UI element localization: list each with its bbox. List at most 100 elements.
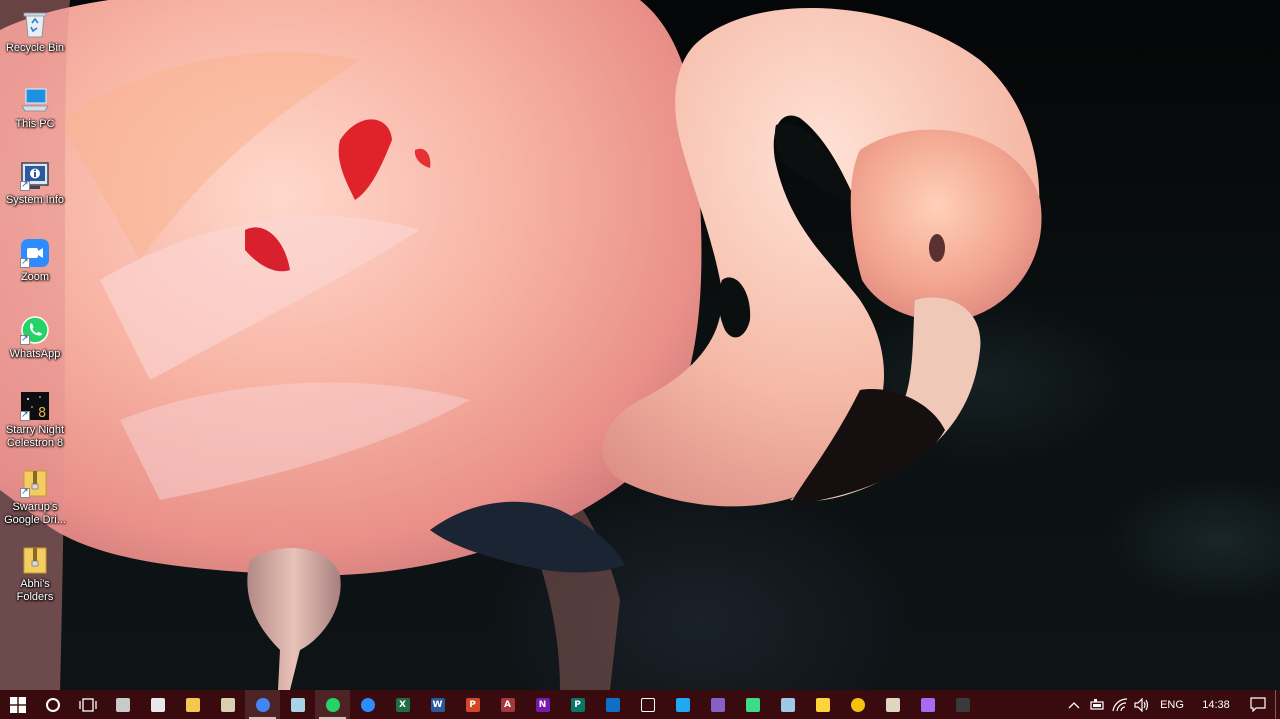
- zoom-shortcut[interactable]: Zoom: [0, 237, 70, 284]
- task-view-button[interactable]: [70, 690, 105, 719]
- shortcut-arrow-icon: [20, 409, 30, 421]
- maps-pin-taskbar-button[interactable]: [910, 690, 945, 719]
- excel-icon: X: [395, 697, 410, 712]
- abhis-folders-label: Abhi's Folders: [16, 578, 54, 603]
- recycle-bin-label: Recycle Bin: [5, 42, 65, 54]
- calculator-taskbar-button[interactable]: [140, 690, 175, 719]
- wifi-icon: [1112, 697, 1128, 711]
- computer-window-icon: [780, 697, 795, 712]
- system-tray: ENG 14:38: [1063, 690, 1280, 719]
- language-indicator[interactable]: ENG: [1153, 690, 1191, 719]
- shortcut-arrow-icon: [20, 256, 30, 268]
- notepad-taskbar-button[interactable]: [280, 690, 315, 719]
- paint-icon: [885, 697, 900, 712]
- pinned-apps: XWPANP: [105, 690, 980, 719]
- python-icon: [815, 697, 830, 712]
- starry-night-icon: [955, 697, 970, 712]
- recycle-bin-icon: [19, 8, 51, 40]
- emoji-taskbar-button[interactable]: [840, 690, 875, 719]
- cortana-button[interactable]: [35, 690, 70, 719]
- android-studio-taskbar-button[interactable]: [735, 690, 770, 719]
- zip-folder-icon: [19, 544, 51, 576]
- emoji-icon: [850, 697, 865, 712]
- shortcut-arrow-icon: [20, 179, 30, 191]
- volume-icon: [1134, 697, 1149, 712]
- clock[interactable]: 14:38: [1191, 690, 1241, 719]
- computer-window-taskbar-button[interactable]: [770, 690, 805, 719]
- start-button[interactable]: [0, 690, 35, 719]
- app-tool-icon: [115, 697, 130, 712]
- whatsapp-icon: [325, 697, 340, 712]
- abhis-folders-shortcut[interactable]: Abhi's Folders: [0, 544, 70, 604]
- visual-studio-icon: [710, 697, 725, 712]
- powerpoint-taskbar-button[interactable]: P: [455, 690, 490, 719]
- starry-night-taskbar-button[interactable]: [945, 690, 980, 719]
- taskbar: XWPANP ENG 14:38: [0, 690, 1280, 719]
- outlook-taskbar-button[interactable]: [595, 690, 630, 719]
- maps-pin-icon: [920, 697, 935, 712]
- vscode-taskbar-button[interactable]: [665, 690, 700, 719]
- action-center-icon: [1250, 697, 1266, 712]
- system-info-label: System Info: [5, 194, 65, 206]
- access-taskbar-button[interactable]: A: [490, 690, 525, 719]
- app-tool-taskbar-button[interactable]: [105, 690, 140, 719]
- excel-taskbar-button[interactable]: X: [385, 690, 420, 719]
- svg-text:8: 8: [38, 406, 46, 421]
- powerpoint-icon: P: [465, 697, 480, 712]
- file-explorer-taskbar-button[interactable]: [175, 690, 210, 719]
- show-desktop-button[interactable]: [1275, 690, 1280, 719]
- onenote-taskbar-button[interactable]: N: [525, 690, 560, 719]
- chevron-up-icon: [1068, 701, 1080, 708]
- network-button[interactable]: [1109, 690, 1131, 719]
- visual-studio-taskbar-button[interactable]: [700, 690, 735, 719]
- paint-taskbar-button[interactable]: [875, 690, 910, 719]
- system-info-shortcut[interactable]: System Info: [0, 160, 70, 207]
- python-taskbar-button[interactable]: [805, 690, 840, 719]
- mail-icon: [640, 697, 655, 712]
- windows-logo-icon: [9, 696, 26, 713]
- chrome-icon: [255, 697, 270, 712]
- flamingo-image: [0, 0, 1042, 690]
- onenote-icon: N: [535, 697, 550, 712]
- chrome-taskbar-button[interactable]: [245, 690, 280, 719]
- snipping-tool-taskbar-button[interactable]: [210, 690, 245, 719]
- whatsapp-label: WhatsApp: [9, 348, 61, 360]
- access-icon: A: [500, 697, 515, 712]
- publisher-taskbar-button[interactable]: P: [560, 690, 595, 719]
- calculator-icon: [150, 697, 165, 712]
- file-explorer-icon: [185, 697, 200, 712]
- battery-icon: [1090, 698, 1104, 710]
- computer-icon: [19, 84, 51, 116]
- publisher-icon: P: [570, 697, 585, 712]
- zoom-label: Zoom: [20, 271, 50, 283]
- this-pc-shortcut[interactable]: This PC: [0, 84, 70, 131]
- whatsapp-taskbar-button[interactable]: [315, 690, 350, 719]
- word-icon: W: [430, 697, 445, 712]
- whatsapp-shortcut[interactable]: WhatsApp: [0, 314, 70, 361]
- zoom-icon: [19, 237, 51, 269]
- google-drive-shortcut[interactable]: Swarup's Google Dri...: [0, 467, 70, 527]
- action-center-button[interactable]: [1241, 690, 1275, 719]
- vscode-icon: [675, 697, 690, 712]
- starry-night-icon: 8: [19, 390, 51, 422]
- cortana-circle-icon: [45, 697, 60, 712]
- snipping-tool-icon: [220, 697, 235, 712]
- android-studio-icon: [745, 697, 760, 712]
- shortcut-arrow-icon: [20, 333, 30, 345]
- zoom-icon: [360, 697, 375, 712]
- zoom-taskbar-button[interactable]: [350, 690, 385, 719]
- google-drive-label: Swarup's Google Dri...: [4, 501, 66, 526]
- recycle-bin-shortcut[interactable]: Recycle Bin: [0, 8, 70, 55]
- battery-button[interactable]: [1085, 690, 1109, 719]
- volume-button[interactable]: [1131, 690, 1153, 719]
- word-taskbar-button[interactable]: W: [420, 690, 455, 719]
- zip-folder-icon: [19, 467, 51, 499]
- this-pc-label: This PC: [15, 118, 55, 130]
- starry-night-label: Starry Night Celestron 8: [5, 424, 65, 449]
- whatsapp-icon: [19, 314, 51, 346]
- desktop-wallpaper: [0, 0, 1280, 690]
- mail-taskbar-button[interactable]: [630, 690, 665, 719]
- starry-night-shortcut[interactable]: 8 Starry Night Celestron 8: [0, 390, 70, 450]
- show-hidden-icons-button[interactable]: [1063, 690, 1085, 719]
- notepad-icon: [290, 697, 305, 712]
